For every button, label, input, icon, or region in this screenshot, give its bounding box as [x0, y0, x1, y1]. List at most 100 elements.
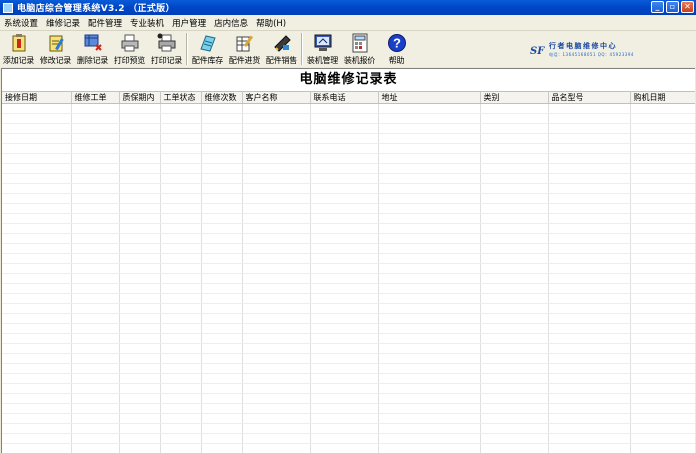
table-cell[interactable]: [201, 403, 243, 414]
table-cell[interactable]: [2, 363, 72, 374]
table-cell[interactable]: [548, 103, 631, 114]
table-cell[interactable]: [71, 363, 120, 374]
table-cell[interactable]: [310, 403, 379, 414]
table-cell[interactable]: [160, 163, 202, 174]
table-cell[interactable]: [201, 393, 243, 404]
table-cell[interactable]: [201, 163, 243, 174]
table-cell[interactable]: [378, 313, 481, 324]
table-cell[interactable]: [548, 123, 631, 134]
table-cell[interactable]: [160, 273, 202, 284]
table-cell[interactable]: [630, 303, 695, 314]
table-cell[interactable]: [480, 243, 549, 254]
table-cell[interactable]: [242, 213, 311, 224]
table-cell[interactable]: [378, 163, 481, 174]
table-cell[interactable]: [548, 273, 631, 284]
table-cell[interactable]: [242, 333, 311, 344]
table-cell[interactable]: [71, 383, 120, 394]
print-preview-button[interactable]: 打印预览: [111, 31, 148, 67]
table-cell[interactable]: [201, 133, 243, 144]
table-cell[interactable]: [160, 343, 202, 354]
table-cell[interactable]: [310, 143, 379, 154]
table-cell[interactable]: [242, 373, 311, 384]
table-cell[interactable]: [480, 163, 549, 174]
table-row[interactable]: [2, 283, 695, 294]
table-cell[interactable]: [2, 183, 72, 194]
table-cell[interactable]: [201, 233, 243, 244]
table-cell[interactable]: [378, 433, 481, 444]
table-cell[interactable]: [548, 363, 631, 374]
table-cell[interactable]: [310, 383, 379, 394]
table-cell[interactable]: [310, 373, 379, 384]
table-cell[interactable]: [160, 243, 202, 254]
table-cell[interactable]: [310, 183, 379, 194]
table-cell[interactable]: [160, 203, 202, 214]
table-cell[interactable]: [160, 333, 202, 344]
table-cell[interactable]: [378, 393, 481, 404]
table-cell[interactable]: [242, 233, 311, 244]
table-cell[interactable]: [71, 353, 120, 364]
table-cell[interactable]: [201, 173, 243, 184]
table-cell[interactable]: [480, 203, 549, 214]
table-cell[interactable]: [630, 423, 695, 434]
table-cell[interactable]: [548, 373, 631, 384]
column-header[interactable]: 类别: [480, 91, 549, 104]
table-cell[interactable]: [480, 183, 549, 194]
table-cell[interactable]: [201, 323, 243, 334]
table-cell[interactable]: [2, 403, 72, 414]
table-cell[interactable]: [71, 433, 120, 444]
table-cell[interactable]: [119, 233, 161, 244]
table-cell[interactable]: [242, 303, 311, 314]
table-row[interactable]: [2, 123, 695, 134]
table-cell[interactable]: [630, 293, 695, 304]
table-row[interactable]: [2, 143, 695, 154]
table-cell[interactable]: [310, 283, 379, 294]
table-cell[interactable]: [119, 383, 161, 394]
parts-stock-button[interactable]: 配件库存: [189, 31, 226, 67]
table-row[interactable]: [2, 313, 695, 324]
table-cell[interactable]: [548, 253, 631, 264]
table-cell[interactable]: [378, 143, 481, 154]
table-cell[interactable]: [480, 143, 549, 154]
table-cell[interactable]: [310, 353, 379, 364]
table-cell[interactable]: [480, 363, 549, 374]
table-cell[interactable]: [71, 283, 120, 294]
table-row[interactable]: [2, 103, 695, 114]
table-cell[interactable]: [2, 273, 72, 284]
table-cell[interactable]: [378, 113, 481, 124]
table-cell[interactable]: [119, 423, 161, 434]
column-header[interactable]: 接修日期: [2, 91, 72, 104]
table-cell[interactable]: [160, 133, 202, 144]
menu-repair-records[interactable]: 维修记录: [42, 17, 84, 29]
table-row[interactable]: [2, 433, 695, 444]
table-cell[interactable]: [160, 293, 202, 304]
column-header[interactable]: 购机日期: [630, 91, 695, 104]
table-cell[interactable]: [548, 203, 631, 214]
table-cell[interactable]: [119, 353, 161, 364]
table-cell[interactable]: [378, 173, 481, 184]
table-row[interactable]: [2, 293, 695, 304]
table-cell[interactable]: [2, 143, 72, 154]
table-cell[interactable]: [310, 363, 379, 374]
table-cell[interactable]: [71, 253, 120, 264]
table-cell[interactable]: [119, 323, 161, 334]
table-cell[interactable]: [630, 203, 695, 214]
table-cell[interactable]: [242, 423, 311, 434]
table-cell[interactable]: [119, 293, 161, 304]
table-cell[interactable]: [71, 443, 120, 453]
table-cell[interactable]: [71, 213, 120, 224]
table-cell[interactable]: [201, 203, 243, 214]
table-cell[interactable]: [201, 113, 243, 124]
table-cell[interactable]: [119, 193, 161, 204]
table-cell[interactable]: [242, 223, 311, 234]
table-cell[interactable]: [378, 403, 481, 414]
table-cell[interactable]: [630, 103, 695, 114]
table-row[interactable]: [2, 333, 695, 344]
table-cell[interactable]: [2, 313, 72, 324]
table-cell[interactable]: [201, 263, 243, 274]
table-cell[interactable]: [119, 133, 161, 144]
table-cell[interactable]: [310, 133, 379, 144]
table-cell[interactable]: [71, 133, 120, 144]
table-cell[interactable]: [119, 173, 161, 184]
table-cell[interactable]: [242, 193, 311, 204]
table-cell[interactable]: [201, 303, 243, 314]
